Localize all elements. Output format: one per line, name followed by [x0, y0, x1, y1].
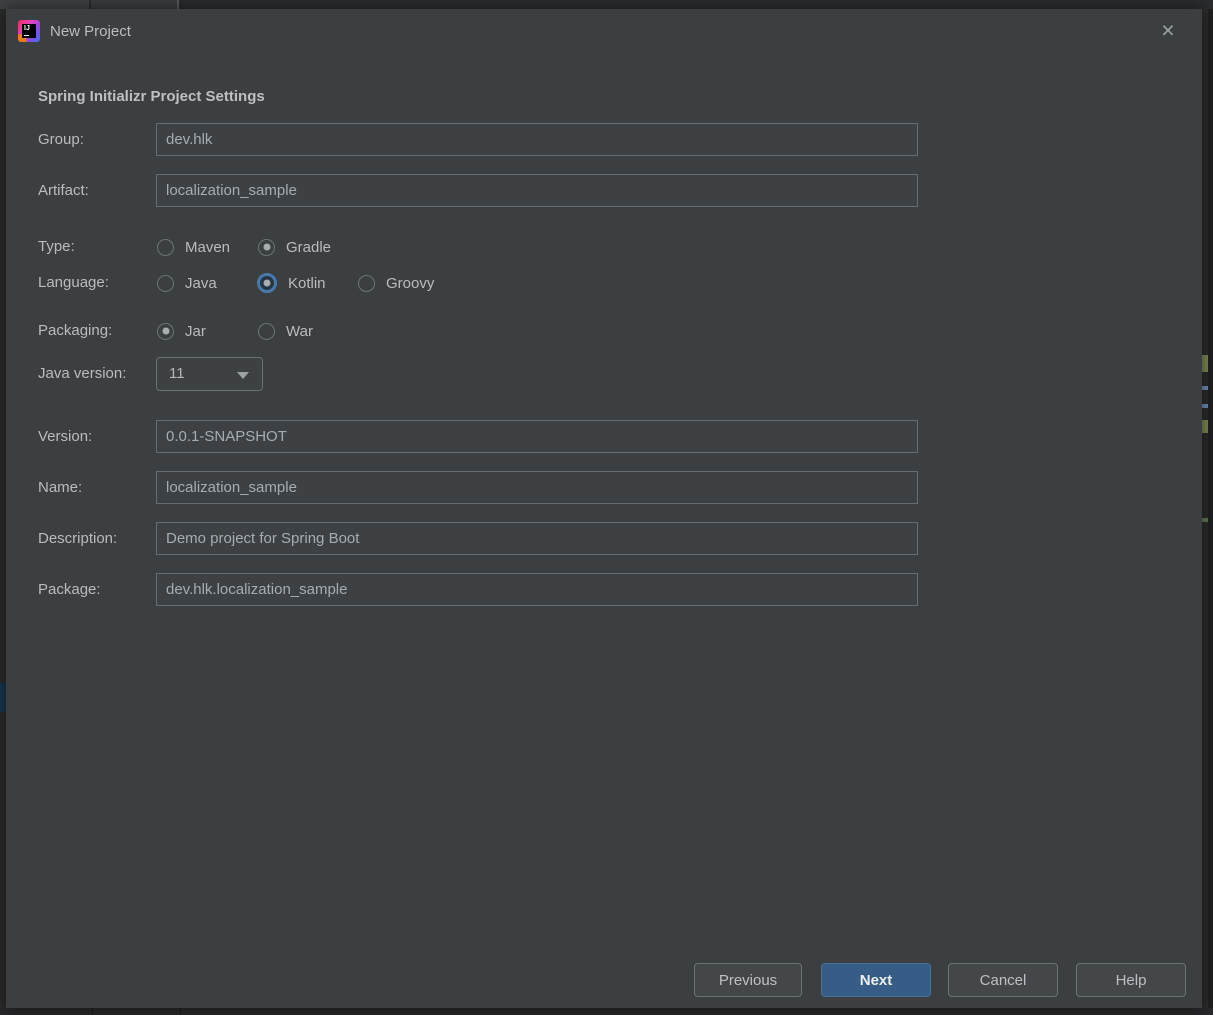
background-statusbar-divider — [180, 1008, 181, 1015]
close-icon[interactable]: × — [1156, 18, 1180, 42]
background-code-fragment — [1202, 420, 1208, 433]
radio-icon — [258, 238, 275, 256]
radio-option-kotlin[interactable]: Kotlin — [257, 273, 326, 293]
type-label: Type: — [38, 238, 75, 255]
radio-icon — [157, 238, 174, 256]
radio-option-groovy[interactable]: Groovy — [358, 273, 434, 293]
version-input[interactable] — [156, 420, 918, 453]
radio-option-jar[interactable]: Jar — [157, 321, 206, 341]
help-button[interactable]: Help — [1076, 963, 1186, 997]
radio-option-gradle[interactable]: Gradle — [258, 237, 331, 257]
radio-option-maven[interactable]: Maven — [157, 237, 230, 257]
artifact-input[interactable] — [156, 174, 918, 207]
radio-option-label: Groovy — [386, 274, 435, 292]
background-code-fragment — [1202, 386, 1208, 390]
background-tab — [91, 0, 177, 9]
intellij-logo-monogram: IJ — [22, 24, 36, 38]
name-label: Name: — [38, 479, 83, 496]
background-editor-edge — [1208, 9, 1213, 1008]
radio-icon — [257, 273, 277, 293]
dialog-title: New Project — [50, 23, 131, 40]
background-statusbar-divider — [92, 1008, 93, 1015]
version-label: Version: — [38, 428, 93, 445]
page-title: Spring Initializr Project Settings — [38, 88, 265, 105]
radio-icon — [258, 322, 275, 340]
radio-option-label: Maven — [185, 238, 231, 256]
background-code-fragment — [1202, 404, 1208, 408]
radio-option-label: Kotlin — [288, 274, 326, 292]
language-label: Language: — [38, 274, 109, 291]
radio-icon — [358, 274, 375, 292]
group-label: Group: — [38, 131, 84, 148]
background-tab-divider — [177, 0, 179, 9]
packaging-label: Packaging: — [38, 322, 113, 339]
chevron-down-icon — [237, 372, 249, 379]
radio-option-label: Jar — [185, 322, 206, 340]
java-version-select[interactable]: 11 — [156, 357, 263, 391]
background-tab — [0, 0, 89, 9]
radio-option-java[interactable]: Java — [157, 273, 217, 293]
artifact-label: Artifact: — [38, 182, 89, 199]
background-code-fragment — [1202, 355, 1208, 372]
name-input[interactable] — [156, 471, 918, 504]
intellij-logo-icon: IJ — [18, 20, 40, 42]
description-label: Description: — [38, 530, 118, 547]
group-input[interactable] — [156, 123, 918, 156]
next-button[interactable]: Next — [821, 963, 931, 997]
cancel-button[interactable]: Cancel — [948, 963, 1058, 997]
radio-option-label: War — [286, 322, 313, 340]
radio-icon — [157, 274, 174, 292]
background-code-fragment — [1202, 518, 1208, 522]
package-input[interactable] — [156, 573, 918, 606]
new-project-dialog: IJ New Project × Spring Initializr Proje… — [6, 9, 1202, 1008]
package-label: Package: — [38, 581, 101, 598]
description-input[interactable] — [156, 522, 918, 555]
radio-icon — [157, 322, 174, 340]
background-ide-bottom-strip — [0, 1008, 1213, 1015]
radio-option-label: Gradle — [286, 238, 332, 256]
radio-option-war[interactable]: War — [258, 321, 313, 341]
previous-button[interactable]: Previous — [694, 963, 802, 997]
java-version-label: Java version: — [38, 365, 127, 382]
radio-option-label: Java — [185, 274, 217, 292]
background-ide-top-strip — [0, 0, 1213, 9]
java-version-value: 11 — [169, 365, 185, 382]
